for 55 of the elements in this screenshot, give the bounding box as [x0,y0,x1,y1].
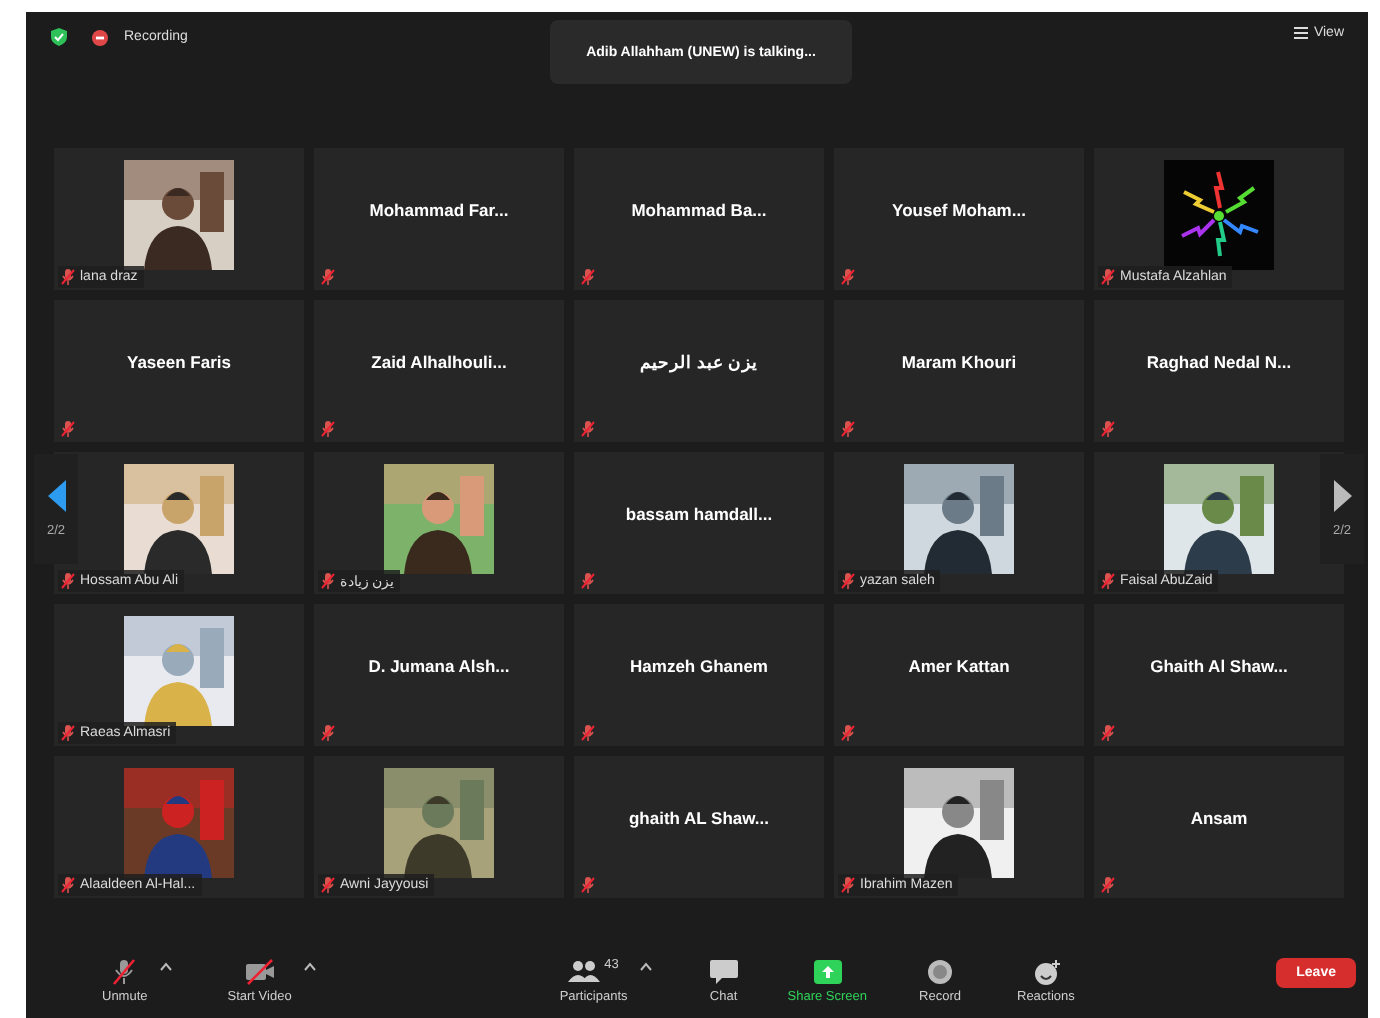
caret-icon[interactable] [639,961,652,971]
participant-name: Ghaith Al Shaw... [1150,655,1288,675]
participant-name: يزن عبد الرحيم [640,351,758,371]
participant-name: Hamzeh Ghanem [630,655,768,675]
muted-mic-icon [320,572,336,590]
right-arrow-icon [1333,480,1351,512]
muted-mic-icon [840,724,856,742]
muted-mic-icon [1100,876,1116,894]
grid-icon [1293,26,1308,40]
muted-mic-icon [1100,268,1116,286]
shield-icon [50,28,68,46]
participant-name: Zaid Alhalhouli... [371,351,507,371]
muted-mic-icon [1100,420,1116,438]
muted-mic-icon [840,572,856,590]
muted-mic-icon [840,268,856,286]
muted-mic-icon [580,572,596,590]
muted-mic-icon [1100,724,1116,742]
left-arrow-icon [47,480,65,512]
muted-mic-icon [320,420,336,438]
caret-icon[interactable] [303,961,316,971]
muted-mic-icon [840,420,856,438]
participant-name: bassam hamdall... [625,503,773,523]
muted-mic-icon [580,420,596,438]
muted-mic-icon [60,876,76,894]
participant-name: Yousef Moham... [892,199,1026,219]
muted-mic-icon [580,268,596,286]
chat-icon [707,957,740,985]
participant-name: Mohammad Ba... [631,199,767,219]
caret-icon[interactable] [159,961,172,971]
muted-mic-icon [108,957,141,985]
muted-mic-icon [60,268,76,286]
record-icon [924,957,957,985]
muted-mic-icon [1100,572,1116,590]
participant-name: ghaith AL Shaw... [628,807,770,827]
muted-mic-icon [320,268,336,286]
participant-name: D. Jumana Alsh... [368,655,510,675]
participant-name: Maram Khouri [901,351,1017,371]
participant-name: Amer Kattan [908,655,1010,675]
muted-mic-icon [60,420,76,438]
people-icon [568,957,601,985]
muted-mic-icon [60,724,76,742]
video-off-icon [243,957,276,985]
participant-name: Yaseen Faris [127,351,231,371]
muted-mic-icon [320,724,336,742]
share-screen-icon [811,957,844,985]
participant-name: Ansam [1190,807,1248,827]
participant-name: Raghad Nedal N... [1146,351,1292,371]
record-icon [92,29,108,45]
muted-mic-icon [580,876,596,894]
muted-mic-icon [840,876,856,894]
muted-mic-icon [580,724,596,742]
muted-mic-icon [60,572,76,590]
muted-mic-icon [320,876,336,894]
smiley-icon [1029,957,1062,985]
participant-name: Mohammad Far... [369,199,509,219]
